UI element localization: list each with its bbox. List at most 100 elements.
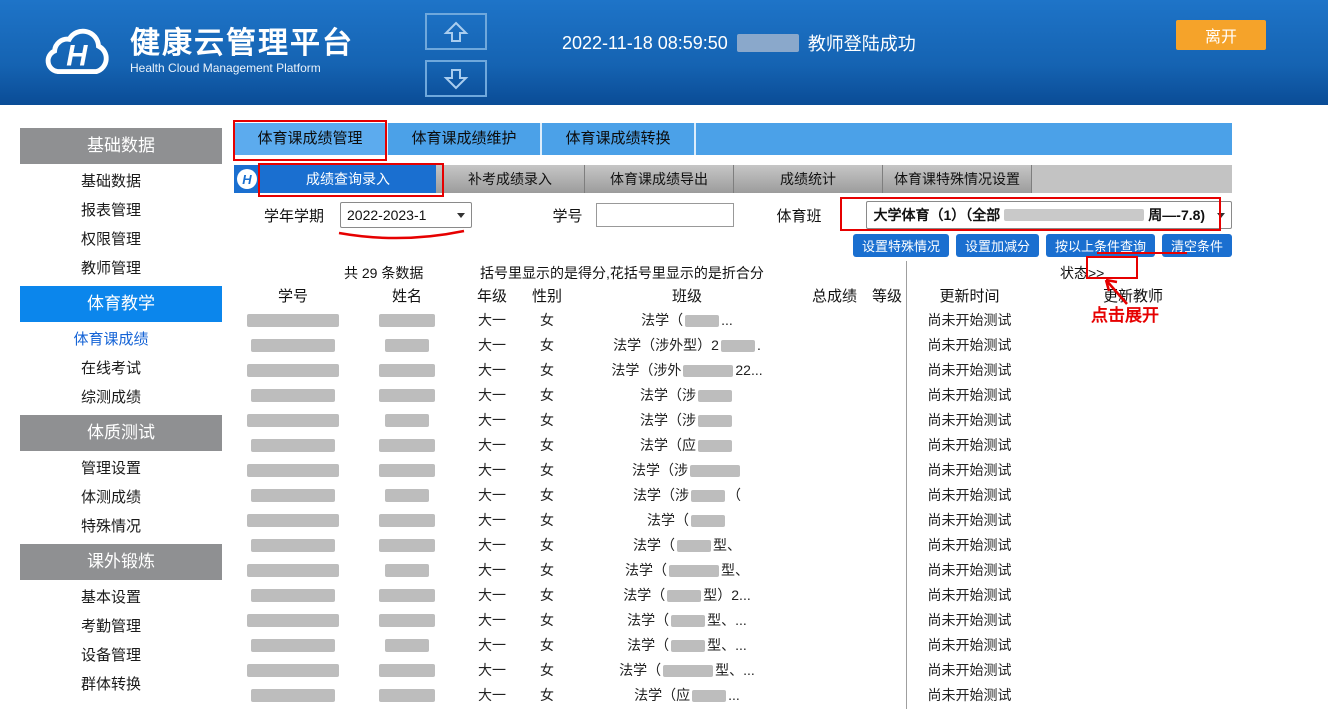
sidebar-item[interactable]: 综测成绩	[0, 383, 222, 412]
primary-tab[interactable]: 体育课成绩管理	[234, 123, 388, 155]
sidebar-item[interactable]: 基础数据	[0, 167, 222, 196]
table-row[interactable]: 大一 女 法学（涉外型）2. 尚未开始测试	[234, 332, 1232, 357]
scroll-up-button[interactable]	[425, 13, 487, 50]
redacted-student-name	[385, 339, 429, 352]
class-text-prefix: 法学（	[619, 662, 661, 678]
sidebar-item[interactable]: 体育课成绩	[0, 325, 222, 354]
sidebar-item[interactable]: 设备管理	[0, 641, 222, 670]
secondary-tab[interactable]: 体育课成绩导出	[585, 165, 734, 193]
cell-student-id	[234, 362, 352, 378]
redacted-class-part	[685, 315, 719, 327]
class-text-suffix: 型、	[713, 537, 741, 553]
redacted-student-id	[247, 464, 339, 477]
table-row[interactable]: 大一 女 法学（涉外22... 尚未开始测试	[234, 357, 1232, 382]
table-row[interactable]: 大一 女 法学（型、 尚未开始测试	[234, 557, 1232, 582]
column-header: 性别	[522, 285, 572, 306]
cell-student-id	[234, 687, 352, 703]
action-button[interactable]: 清空条件	[1162, 234, 1232, 257]
cell-grade: 大一	[462, 310, 522, 330]
column-header: 年级	[462, 285, 522, 306]
cell-name	[352, 512, 462, 528]
sidebar-item[interactable]: 课外锻炼	[20, 544, 222, 580]
table-row[interactable]: 大一 女 法学（型、 尚未开始测试	[234, 532, 1232, 557]
redacted-student-id	[247, 364, 339, 377]
redacted-student-id	[247, 664, 339, 677]
cell-student-id	[234, 312, 352, 328]
redacted-student-id	[247, 564, 339, 577]
cell-student-id	[234, 437, 352, 453]
sidebar-item[interactable]: 管理设置	[0, 454, 222, 483]
column-header: 姓名	[352, 285, 462, 306]
sidebar-item[interactable]: 考勤管理	[0, 612, 222, 641]
cell-name	[352, 312, 462, 328]
sidebar-item[interactable]: 权限管理	[0, 225, 222, 254]
action-button[interactable]: 设置加减分	[956, 234, 1039, 257]
sidebar-item[interactable]: 体育教学	[20, 286, 222, 322]
sidebar-item[interactable]: 特殊情况	[0, 512, 222, 541]
table-row[interactable]: 大一 女 法学（... 尚未开始测试	[234, 307, 1232, 332]
action-buttons: 设置特殊情况 设置加减分 按以上条件查询 清空条件	[234, 234, 1232, 258]
class-text-prefix: 法学（	[627, 637, 669, 653]
cell-grade: 大一	[462, 560, 522, 580]
action-button[interactable]: 设置特殊情况	[853, 234, 949, 257]
student-id-input[interactable]	[596, 203, 734, 227]
cell-name	[352, 637, 462, 653]
table-row[interactable]: 大一 女 法学（型、... 尚未开始测试	[234, 657, 1232, 682]
sidebar-item[interactable]: 基本设置	[0, 583, 222, 612]
term-value: 2022-2023-1	[347, 207, 426, 223]
redacted-class-part	[698, 440, 732, 452]
table-row[interactable]: 大一 女 法学（应... 尚未开始测试	[234, 682, 1232, 707]
table-row[interactable]: 大一 女 法学（涉（ 尚未开始测试	[234, 482, 1232, 507]
sidebar-item[interactable]: 基础数据	[20, 128, 222, 164]
cell-grade: 大一	[462, 485, 522, 505]
action-button[interactable]: 按以上条件查询	[1046, 234, 1155, 257]
cell-class: 法学（型）2...	[572, 585, 802, 605]
table-header: 学号 姓名 年级 性别 班级 总成绩 等级 更新时间 更新教师	[234, 283, 1232, 307]
table-row[interactable]: 大一 女 法学（涉 尚未开始测试	[234, 382, 1232, 407]
redacted-student-id	[251, 639, 335, 652]
cell-class: 法学（涉	[572, 410, 802, 430]
scroll-down-button[interactable]	[425, 60, 487, 97]
table-row[interactable]: 大一 女 法学（ 尚未开始测试	[234, 507, 1232, 532]
cell-update-time: 尚未开始测试	[907, 510, 1032, 530]
sidebar-item[interactable]: 教师管理	[0, 254, 222, 283]
table-row[interactable]: 大一 女 法学（涉 尚未开始测试	[234, 407, 1232, 432]
record-count: 共 29 条数据	[344, 263, 423, 283]
redacted-student-id	[251, 439, 335, 452]
table-row[interactable]: 大一 女 法学（涉 尚未开始测试	[234, 457, 1232, 482]
secondary-tab[interactable]: 成绩查询录入	[260, 165, 436, 193]
secondary-tab[interactable]: 补考成绩录入	[436, 165, 585, 193]
table-row[interactable]: 大一 女 法学（型）2... 尚未开始测试	[234, 582, 1232, 607]
sidebar-item[interactable]: 体测成绩	[0, 483, 222, 512]
redacted-class-part	[692, 690, 726, 702]
table-row[interactable]: 大一 女 法学（应 尚未开始测试	[234, 432, 1232, 457]
cell-name	[352, 387, 462, 403]
primary-tab[interactable]: 体育课成绩转换	[542, 123, 696, 155]
secondary-tab[interactable]: 体育课特殊情况设置	[883, 165, 1032, 193]
redacted-student-name	[379, 464, 435, 477]
cell-gender: 女	[522, 685, 572, 705]
sidebar-item[interactable]: 群体转换	[0, 670, 222, 699]
table-row[interactable]: 大一 女 法学（型、... 尚未开始测试	[234, 607, 1232, 632]
column-divider	[906, 261, 907, 709]
cell-student-id	[234, 612, 352, 628]
primary-tab[interactable]: 体育课成绩维护	[388, 123, 542, 155]
class-select[interactable]: 大学体育（1）（全部 周—-7.8)	[866, 201, 1232, 229]
status-expand-toggle[interactable]: 状态>>	[1060, 263, 1104, 283]
redacted-student-id	[251, 489, 335, 502]
down-arrow-icon	[442, 67, 470, 91]
term-select[interactable]: 2022-2023-1	[340, 202, 472, 228]
sidebar-item[interactable]: 体质测试	[20, 415, 222, 451]
leave-button[interactable]: 离开	[1176, 20, 1266, 50]
table-row[interactable]: 大一 女 法学（型、... 尚未开始测试	[234, 632, 1232, 657]
cell-gender: 女	[522, 310, 572, 330]
redacted-class-part	[691, 515, 725, 527]
secondary-tabs: 成绩查询录入 补考成绩录入 体育课成绩导出 成绩统计 体育课特殊情况设置	[260, 165, 1032, 193]
class-text-prefix: 法学（	[625, 562, 667, 578]
sidebar-item[interactable]: 报表管理	[0, 196, 222, 225]
student-id-label: 学号	[552, 205, 582, 226]
secondary-tab[interactable]: 成绩统计	[734, 165, 883, 193]
sidebar-item[interactable]: 在线考试	[0, 354, 222, 383]
login-status-text: 教师登陆成功	[808, 30, 916, 56]
cell-gender: 女	[522, 510, 572, 530]
